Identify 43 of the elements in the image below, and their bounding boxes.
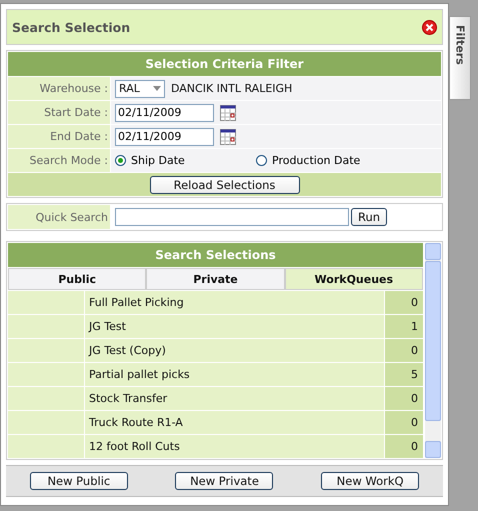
warehouse-dropdown[interactable]: RAL: [115, 80, 165, 98]
selection-count: 0: [385, 291, 423, 314]
new-button[interactable]: New Public: [30, 472, 128, 490]
date-field[interactable]: 02/11/2009: [115, 128, 214, 146]
tab[interactable]: Private: [146, 268, 285, 290]
new-button[interactable]: New Private: [175, 472, 274, 490]
selection-count: 0: [385, 435, 423, 458]
selection-count: 0: [385, 339, 423, 362]
side-tab[interactable]: Filters: [449, 16, 471, 100]
search-field[interactable]: [115, 208, 349, 226]
caret-icon: [153, 86, 161, 91]
selection-count: 0: [385, 387, 423, 410]
field-label: End Date :: [8, 125, 110, 148]
new-button[interactable]: New WorkQ: [321, 472, 420, 490]
radio-option[interactable]: Production Date: [256, 154, 391, 167]
scrollbar[interactable]: [425, 243, 441, 458]
selection-name[interactable]: Stock Transfer: [85, 387, 384, 410]
selection-name[interactable]: Partial pallet picks: [85, 363, 384, 386]
selection-name[interactable]: 12 foot Roll Cuts: [85, 435, 384, 458]
selection-count: 5: [385, 363, 423, 386]
tab[interactable]: Public: [8, 268, 146, 290]
dialog-title: Search Selection: [12, 20, 130, 34]
field-label: Start Date :: [8, 101, 110, 124]
radio-option[interactable]: Ship Date: [115, 154, 250, 167]
calendar-icon[interactable]: [220, 128, 236, 144]
date-field[interactable]: 02/11/2009: [115, 104, 214, 122]
close-icon[interactable]: [422, 20, 437, 34]
selection-name[interactable]: JG Test: [85, 315, 384, 338]
warehouse-name: DANCIK INTL RALEIGH: [171, 82, 292, 95]
selection-count: 0: [385, 411, 423, 434]
field-label: Warehouse :: [8, 77, 110, 100]
calendar-icon[interactable]: [220, 104, 236, 120]
field-label: Search Mode :: [8, 149, 110, 172]
selection-name[interactable]: Full Pallet Picking: [85, 291, 384, 314]
selection-count: 1: [385, 315, 423, 338]
selection-name[interactable]: JG Test (Copy): [85, 339, 384, 362]
tab[interactable]: WorkQueues: [284, 268, 423, 290]
section-heading: Selection Criteria Filter: [8, 52, 441, 76]
field-label: Quick Search: [8, 205, 110, 229]
run-button[interactable]: Run: [351, 208, 388, 226]
reload-button[interactable]: Reload Selections: [150, 176, 300, 194]
selection-name[interactable]: Truck Route R1-A: [85, 411, 384, 434]
section-heading: Search Selections: [8, 243, 423, 267]
